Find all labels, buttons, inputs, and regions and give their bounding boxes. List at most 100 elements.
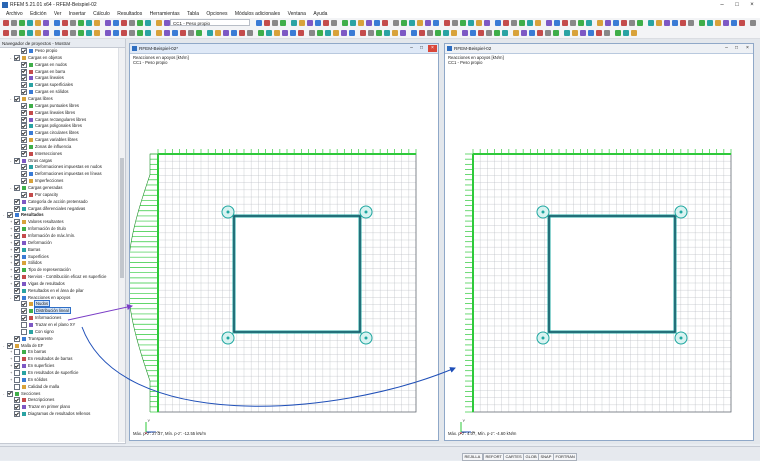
menu-ventana[interactable]: Ventana — [288, 10, 306, 18]
tree-item-checkbox[interactable] — [14, 198, 20, 205]
tree-item-checkbox[interactable] — [21, 137, 27, 144]
tree-item[interactable]: + Sólidos — [10, 260, 42, 267]
tree-item[interactable]: Cargas circulares libres — [17, 130, 79, 137]
tree-item-checkbox[interactable] — [14, 253, 20, 260]
tree-item-checkbox[interactable] — [21, 143, 27, 150]
toolbar-button[interactable] — [502, 30, 508, 36]
tree-item-checkbox[interactable] — [14, 404, 20, 411]
tree-item[interactable]: Nudos — [17, 300, 51, 308]
toolbar-button[interactable] — [70, 30, 76, 36]
toolbar-button[interactable] — [3, 30, 9, 36]
tree-item-checkbox[interactable] — [14, 260, 20, 267]
menu-insertar[interactable]: Insertar — [69, 10, 86, 18]
tree-item-checkbox[interactable] — [7, 390, 13, 397]
tree-item-checkbox[interactable] — [21, 116, 27, 123]
tree-item-checkbox[interactable] — [21, 123, 27, 130]
tree-item[interactable]: Cargas superficiales — [17, 82, 73, 89]
toolbar-button[interactable] — [298, 30, 304, 36]
tree-item[interactable]: - Reacciones en apoyos — [10, 294, 70, 301]
tree-item-checkbox[interactable] — [7, 212, 13, 219]
status-cartes[interactable]: CARTES — [503, 453, 525, 461]
toolbar-button[interactable] — [433, 20, 439, 26]
tree-item[interactable]: Deformaciones impuestas en líneas — [17, 171, 102, 178]
toolbar-button[interactable] — [70, 20, 76, 26]
toolbar-button[interactable] — [731, 20, 737, 26]
toolbar-button[interactable] — [223, 30, 229, 36]
status-fortran[interactable]: FORTRAN — [553, 453, 578, 461]
tree-item-checkbox[interactable] — [14, 239, 20, 246]
tree-item[interactable]: Cargas diferenciales negativas — [10, 205, 85, 212]
view-window-1[interactable]: RFEM-Beispiel-02* – □ × Reacciones en ap… — [129, 43, 439, 441]
tree-item-checkbox[interactable] — [21, 130, 27, 137]
tree-item[interactable]: Cargas en sólidos — [17, 89, 69, 96]
toolbar-button[interactable] — [580, 30, 586, 36]
tree-item[interactable]: Cargas en nudos — [17, 61, 67, 68]
toolbar-button[interactable] — [62, 30, 68, 36]
toolbar-button[interactable] — [597, 20, 603, 26]
tree-item-checkbox[interactable] — [14, 294, 20, 301]
toolbar-button[interactable] — [723, 20, 729, 26]
toolbar-button[interactable] — [43, 20, 49, 26]
toolbar-button[interactable] — [264, 20, 270, 26]
toolbar-button[interactable] — [553, 30, 559, 36]
toolbar-button[interactable] — [94, 20, 100, 26]
toolbar-button[interactable] — [350, 20, 356, 26]
menu-herramientas[interactable]: Herramientas — [150, 10, 180, 18]
toolbar-button[interactable] — [374, 20, 380, 26]
toolbar-button[interactable] — [196, 30, 202, 36]
toolbar-button[interactable] — [707, 20, 713, 26]
toolbar-button[interactable] — [425, 20, 431, 26]
toolbar-button[interactable] — [256, 20, 262, 26]
tree-item-checkbox[interactable] — [14, 397, 20, 404]
toolbar-button[interactable] — [699, 20, 705, 26]
toolbar-button[interactable] — [419, 30, 425, 36]
tree-item[interactable]: - Otras cargas — [10, 157, 52, 164]
tree-item-checkbox[interactable] — [14, 95, 20, 102]
tree-item-checkbox[interactable] — [14, 185, 20, 191]
tree-item[interactable]: + Superficies — [10, 253, 49, 260]
toolbar-button[interactable] — [368, 30, 374, 36]
tree-item-checkbox[interactable] — [21, 301, 27, 308]
toolbar-button[interactable] — [342, 20, 348, 26]
tree-item-checkbox[interactable] — [14, 246, 20, 253]
toolbar-button[interactable] — [409, 20, 415, 26]
toolbar-button[interactable] — [605, 20, 611, 26]
toolbar-button[interactable] — [503, 20, 509, 26]
toolbar-button[interactable] — [129, 30, 135, 36]
toolbar-button[interactable] — [478, 30, 484, 36]
tree-item[interactable]: Cargas poligonales libres — [17, 123, 82, 130]
toolbar-button[interactable] — [452, 20, 458, 26]
toolbar-button[interactable] — [382, 20, 388, 26]
window-1-maximize[interactable]: □ — [417, 45, 426, 52]
close-button[interactable]: × — [746, 1, 758, 9]
toolbar-button[interactable] — [121, 20, 127, 26]
toolbar-button[interactable] — [62, 20, 68, 26]
toolbar-button[interactable] — [604, 30, 610, 36]
tree-item[interactable]: + Información de máx./mín. — [10, 232, 75, 239]
toolbar-button[interactable] — [11, 30, 17, 36]
toolbar-button[interactable] — [137, 20, 143, 26]
toolbar-button[interactable] — [3, 20, 9, 26]
minimize-button[interactable]: – — [716, 1, 728, 9]
status-refort[interactable]: REFORT — [483, 453, 505, 461]
tree-item[interactable]: + En superficies — [10, 363, 54, 370]
toolbar-button[interactable] — [750, 20, 756, 26]
tree-item[interactable]: + En barras — [10, 349, 46, 356]
tree-item-checkbox[interactable] — [21, 102, 27, 109]
toolbar-button[interactable] — [317, 30, 323, 36]
toolbar-button[interactable] — [519, 20, 525, 26]
tree-item[interactable]: - Malla de EF — [3, 342, 43, 349]
tree-item-checkbox[interactable] — [14, 349, 20, 356]
menu-modulos[interactable]: Módulos adicionales — [235, 10, 280, 18]
toolbar-button[interactable] — [315, 20, 321, 26]
toolbar-button[interactable] — [164, 30, 170, 36]
tree-item[interactable]: Por capacity — [17, 191, 58, 198]
toolbar-button[interactable] — [570, 20, 576, 26]
toolbar-button[interactable] — [172, 30, 178, 36]
toolbar-button[interactable] — [105, 30, 111, 36]
tree-item-checkbox[interactable] — [14, 335, 20, 342]
toolbar-button[interactable] — [629, 20, 635, 26]
toolbar-button[interactable] — [623, 30, 629, 36]
window-1-titlebar[interactable]: RFEM-Beispiel-02* – □ × — [130, 44, 438, 54]
tree-item-checkbox[interactable] — [14, 219, 20, 226]
